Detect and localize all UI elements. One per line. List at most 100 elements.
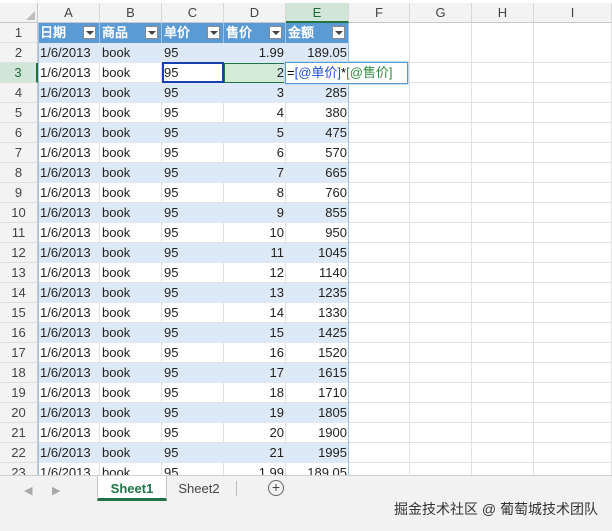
cell-amount[interactable]: 1900 [286, 423, 349, 443]
cell-unit[interactable]: 95 [162, 303, 224, 323]
cell-price[interactable]: 19 [224, 403, 286, 423]
table-header-price[interactable]: 售价 [224, 23, 286, 43]
cell-unit[interactable]: 95 [162, 363, 224, 383]
cell-price[interactable]: 4 [224, 103, 286, 123]
cell-unit[interactable]: 95 [162, 423, 224, 443]
cell-item[interactable]: book [100, 63, 162, 83]
cell-unit[interactable]: 95 [162, 403, 224, 423]
cell-item[interactable]: book [100, 343, 162, 363]
row-header-17[interactable]: 17 [0, 343, 38, 363]
select-all-corner[interactable] [0, 3, 38, 23]
cell-amount[interactable]: 1805 [286, 403, 349, 423]
cell-item[interactable]: book [100, 143, 162, 163]
cell-date[interactable]: 1/6/2013 [38, 43, 100, 63]
cell-price[interactable]: 1.99 [224, 463, 286, 475]
filter-dropdown-icon[interactable] [83, 26, 96, 39]
cell-price[interactable]: 21 [224, 443, 286, 463]
cell-amount[interactable]: 189.05 [286, 43, 349, 63]
cell-amount[interactable]: 1235 [286, 283, 349, 303]
column-header-i[interactable]: I [534, 3, 612, 23]
row-header-5[interactable]: 5 [0, 103, 38, 123]
cell-date[interactable]: 1/6/2013 [38, 383, 100, 403]
cell-amount[interactable]: 1140 [286, 263, 349, 283]
cell-date[interactable]: 1/6/2013 [38, 103, 100, 123]
cell-price[interactable]: 15 [224, 323, 286, 343]
cell-price[interactable]: 6 [224, 143, 286, 163]
cell-amount[interactable]: 285 [286, 83, 349, 103]
scroll-tabs-right-icon[interactable]: ▶ [52, 484, 60, 497]
row-header-16[interactable]: 16 [0, 323, 38, 343]
selected-cell-c3[interactable] [162, 62, 224, 83]
table-header-amount[interactable]: 金额 [286, 23, 349, 43]
scroll-tabs-left-icon[interactable]: ◀ [24, 484, 32, 497]
row-header-20[interactable]: 20 [0, 403, 38, 423]
cell-date[interactable]: 1/6/2013 [38, 263, 100, 283]
cell-unit[interactable]: 95 [162, 143, 224, 163]
cell-unit[interactable]: 95 [162, 463, 224, 475]
table-header-item[interactable]: 商品 [100, 23, 162, 43]
table-header-date[interactable]: 日期 [38, 23, 100, 43]
cell-unit[interactable]: 95 [162, 383, 224, 403]
cell-amount[interactable]: 665 [286, 163, 349, 183]
cell-unit[interactable]: 95 [162, 263, 224, 283]
cell-amount[interactable]: 380 [286, 103, 349, 123]
cell-date[interactable]: 1/6/2013 [38, 223, 100, 243]
row-header-3[interactable]: 3 [0, 63, 38, 83]
cell-date[interactable]: 1/6/2013 [38, 463, 100, 475]
cell-unit[interactable]: 95 [162, 343, 224, 363]
cell-item[interactable]: book [100, 383, 162, 403]
column-header-h[interactable]: H [472, 3, 534, 23]
cell-price[interactable]: 10 [224, 223, 286, 243]
row-header-12[interactable]: 12 [0, 243, 38, 263]
cell-price[interactable]: 9 [224, 203, 286, 223]
cell-item[interactable]: book [100, 223, 162, 243]
cell-price[interactable]: 3 [224, 83, 286, 103]
cell-date[interactable]: 1/6/2013 [38, 363, 100, 383]
cell-date[interactable]: 1/6/2013 [38, 443, 100, 463]
row-header-19[interactable]: 19 [0, 383, 38, 403]
row-header-6[interactable]: 6 [0, 123, 38, 143]
row-header-1[interactable]: 1 [0, 23, 38, 43]
cell-amount[interactable]: 1710 [286, 383, 349, 403]
cell-price[interactable]: 17 [224, 363, 286, 383]
column-header-d[interactable]: D [224, 3, 286, 23]
tab-sheet2[interactable]: Sheet2 [168, 476, 230, 501]
cell-unit[interactable]: 95 [162, 83, 224, 103]
row-header-21[interactable]: 21 [0, 423, 38, 443]
row-header-18[interactable]: 18 [0, 363, 38, 383]
cell-amount[interactable]: 189.05 [286, 463, 349, 475]
cell-item[interactable]: book [100, 423, 162, 443]
filter-dropdown-icon[interactable] [332, 26, 345, 39]
row-header-14[interactable]: 14 [0, 283, 38, 303]
row-header-13[interactable]: 13 [0, 263, 38, 283]
cell-date[interactable]: 1/6/2013 [38, 203, 100, 223]
tab-sheet1[interactable]: Sheet1 [97, 476, 167, 501]
cell-price[interactable]: 5 [224, 123, 286, 143]
cell-date[interactable]: 1/6/2013 [38, 243, 100, 263]
row-header-9[interactable]: 9 [0, 183, 38, 203]
cell-date[interactable]: 1/6/2013 [38, 303, 100, 323]
filter-dropdown-icon[interactable] [145, 26, 158, 39]
column-header-e[interactable]: E [286, 3, 349, 23]
cell-price[interactable]: 1.99 [224, 43, 286, 63]
cell-item[interactable]: book [100, 203, 162, 223]
cell-price[interactable]: 7 [224, 163, 286, 183]
row-header-2[interactable]: 2 [0, 43, 38, 63]
cell-item[interactable]: book [100, 443, 162, 463]
cell-amount[interactable]: 950 [286, 223, 349, 243]
row-header-8[interactable]: 8 [0, 163, 38, 183]
cell-unit[interactable]: 95 [162, 203, 224, 223]
row-header-11[interactable]: 11 [0, 223, 38, 243]
worksheet-grid[interactable]: ABCDEFGHI 1 2 3 4 5 6 7 8 9 10 11 12 13 14 15 16 17 18 19 2… [0, 0, 612, 475]
cell-price[interactable]: 13 [224, 283, 286, 303]
cell-amount[interactable]: 1330 [286, 303, 349, 323]
cell-price[interactable]: 8 [224, 183, 286, 203]
cell-date[interactable]: 1/6/2013 [38, 423, 100, 443]
cell-item[interactable]: book [100, 163, 162, 183]
cell-amount[interactable]: 1995 [286, 443, 349, 463]
cell-price[interactable]: 20 [224, 423, 286, 443]
cell-item[interactable]: book [100, 403, 162, 423]
column-header-g[interactable]: G [410, 3, 472, 23]
cell-amount[interactable]: 760 [286, 183, 349, 203]
column-header-f[interactable]: F [349, 3, 410, 23]
